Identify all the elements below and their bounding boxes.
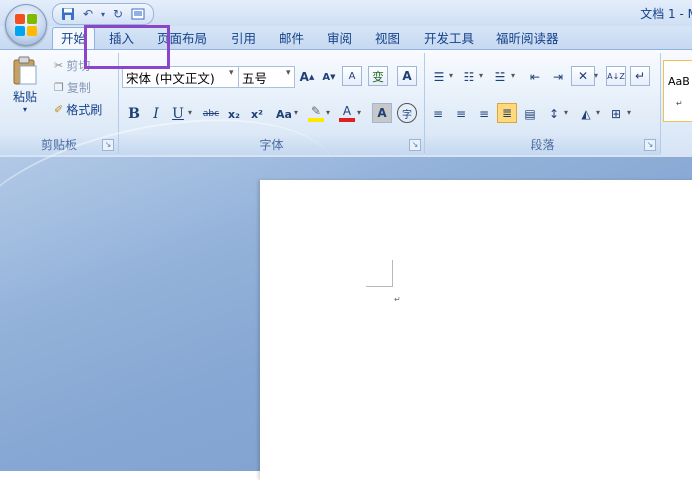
office-button[interactable] bbox=[5, 4, 47, 46]
shrink-font-button[interactable]: A ▼ bbox=[319, 67, 339, 87]
tab-mailings[interactable]: 邮件 bbox=[279, 28, 304, 49]
paste-dropdown-icon: ▾ bbox=[22, 105, 27, 114]
save-icon[interactable] bbox=[59, 6, 77, 22]
distributed-align-icon[interactable]: ▤ bbox=[520, 104, 540, 124]
bullets-dropdown-icon[interactable]: ▾ bbox=[449, 71, 453, 80]
enclose-characters-button[interactable]: 字 bbox=[397, 103, 417, 123]
tab-review[interactable]: 审阅 bbox=[327, 28, 352, 49]
sogou-watermark: S 搜狗指南 bbox=[515, 388, 637, 420]
margin-corner-mark bbox=[366, 260, 393, 287]
paintbrush-icon: ✐ bbox=[54, 102, 64, 116]
font-color-dropdown-icon[interactable]: ▾ bbox=[357, 108, 361, 117]
line-spacing-dropdown-icon[interactable]: ▾ bbox=[564, 108, 568, 117]
redo-icon[interactable]: ↻ bbox=[109, 6, 127, 22]
quick-style-normal[interactable]: AaB ↵ bbox=[663, 60, 692, 122]
copy-icon: ❐ bbox=[54, 80, 64, 94]
office-logo-icon bbox=[15, 14, 37, 36]
line-spacing-icon[interactable]: ↕ bbox=[543, 104, 565, 124]
highlight-swatch bbox=[308, 117, 324, 122]
watermark-brand: 搜狗指南 bbox=[549, 394, 638, 419]
paste-button[interactable]: 粘贴 ▾ bbox=[6, 56, 44, 114]
grow-font-button[interactable]: A ▲ bbox=[297, 67, 317, 87]
undo-dropdown-icon[interactable]: ▾ bbox=[99, 6, 107, 22]
format-painter-button[interactable]: ✐ 格式刷 bbox=[54, 100, 102, 118]
window-title: 文档 1 - M bbox=[640, 7, 692, 21]
clear-formatting-button[interactable]: A bbox=[342, 66, 362, 86]
font-name-value: 宋体 (中文正文) bbox=[126, 70, 215, 86]
font-name-select[interactable]: 宋体 (中文正文) bbox=[122, 66, 239, 88]
copy-label: 复制 bbox=[66, 80, 91, 95]
style-paragraph-mark: ↵ bbox=[676, 99, 683, 108]
sogou-logo-icon: S bbox=[515, 389, 545, 419]
highlight-color-button[interactable]: ✎ bbox=[306, 102, 326, 124]
print-preview-icon[interactable] bbox=[129, 6, 147, 22]
format-painter-label: 格式刷 bbox=[66, 102, 103, 117]
tab-references[interactable]: 引用 bbox=[231, 28, 256, 49]
tab-developer[interactable]: 开发工具 bbox=[424, 28, 474, 49]
italic-button[interactable]: I bbox=[146, 104, 166, 124]
borders-dropdown-icon[interactable]: ▾ bbox=[627, 108, 631, 117]
character-border-button[interactable]: A bbox=[397, 66, 417, 86]
font-name-dropdown-icon[interactable]: ▾ bbox=[229, 68, 234, 78]
asian-layout-icon[interactable]: ✕ bbox=[571, 66, 595, 86]
underline-dropdown-icon[interactable]: ▾ bbox=[188, 108, 192, 117]
font-color-button[interactable]: A bbox=[337, 102, 357, 124]
justify-icon[interactable]: ≣ bbox=[497, 103, 517, 123]
asian-layout-dropdown-icon[interactable]: ▾ bbox=[594, 71, 598, 80]
numbering-dropdown-icon[interactable]: ▾ bbox=[479, 71, 483, 80]
scissors-icon: ✂ bbox=[54, 58, 64, 72]
align-left-icon[interactable]: ≡ bbox=[428, 104, 448, 124]
shading-bucket-icon[interactable]: ◭ bbox=[575, 104, 597, 124]
phonetic-guide-button[interactable]: 变 bbox=[368, 66, 388, 86]
tutorial-highlight-box bbox=[84, 25, 170, 69]
multilevel-list-icon[interactable]: ☱ bbox=[488, 67, 512, 87]
borders-icon[interactable]: ⊞ bbox=[606, 104, 626, 124]
decrease-indent-icon[interactable]: ⇤ bbox=[525, 67, 545, 87]
font-size-value: 五号 bbox=[242, 70, 268, 86]
undo-icon[interactable]: ↶ bbox=[79, 6, 97, 22]
highlighter-icon: ✎ bbox=[310, 103, 322, 118]
show-formatting-marks-button[interactable]: ↵ bbox=[630, 66, 650, 86]
copy-button[interactable]: ❐ 复制 bbox=[54, 78, 91, 96]
align-center-icon[interactable]: ≡ bbox=[451, 104, 471, 124]
font-launcher-icon[interactable]: ↘ bbox=[409, 139, 421, 151]
quick-access-toolbar: ↶ ▾ ↻ bbox=[52, 3, 154, 25]
bullets-icon[interactable]: ☰ bbox=[428, 67, 450, 87]
paragraph-launcher-icon[interactable]: ↘ bbox=[644, 139, 656, 151]
change-case-button[interactable]: Aa bbox=[272, 104, 296, 124]
font-size-dropdown-icon[interactable]: ▾ bbox=[286, 68, 291, 78]
title-bar: ↶ ▾ ↻ ▾ 文档 1 - M bbox=[0, 0, 692, 26]
tab-foxit-reader[interactable]: 福昕阅读器 bbox=[496, 28, 559, 49]
tab-view[interactable]: 视图 bbox=[375, 28, 400, 49]
watermark-domain: zhinan.sogou.com bbox=[520, 428, 646, 442]
font-color-swatch bbox=[339, 117, 355, 122]
font-color-label: A bbox=[342, 103, 352, 118]
paste-label: 粘贴 bbox=[12, 90, 37, 104]
change-case-dropdown-icon[interactable]: ▾ bbox=[294, 108, 298, 117]
sort-button[interactable]: A↓Z bbox=[606, 66, 626, 86]
shading-dropdown-icon[interactable]: ▾ bbox=[596, 108, 600, 117]
paragraph-group-label: 段落 bbox=[425, 135, 660, 155]
increase-indent-icon[interactable]: ⇥ bbox=[548, 67, 568, 87]
highlight-dropdown-icon[interactable]: ▾ bbox=[326, 108, 330, 117]
bold-button[interactable]: B bbox=[124, 104, 144, 124]
character-shading-button[interactable]: A bbox=[372, 103, 392, 123]
style-preview-text: AaB bbox=[668, 75, 690, 88]
multilevel-list-dropdown-icon[interactable]: ▾ bbox=[511, 71, 515, 80]
numbering-icon[interactable]: ☷ bbox=[458, 67, 480, 87]
group-separator bbox=[660, 53, 661, 154]
align-right-icon[interactable]: ≡ bbox=[474, 104, 494, 124]
paragraph-mark: ↵ bbox=[394, 295, 401, 304]
paste-icon bbox=[13, 56, 37, 85]
